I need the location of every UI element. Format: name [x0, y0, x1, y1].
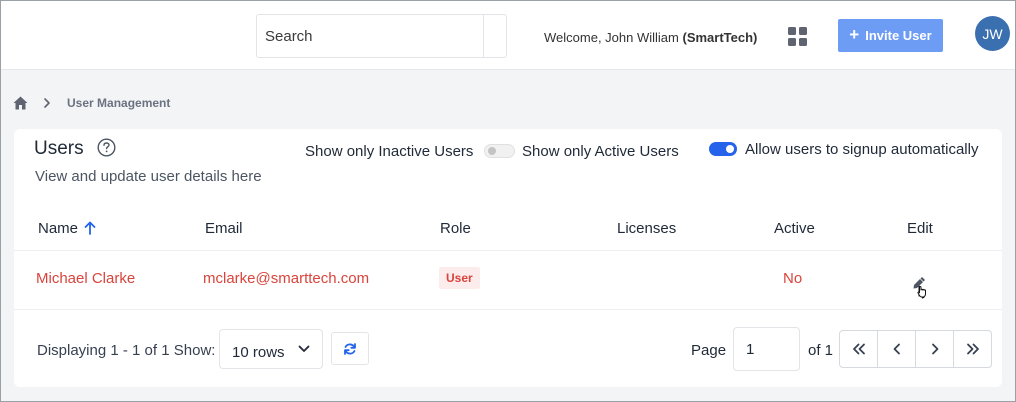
welcome-name: Welcome, John William: [544, 30, 679, 45]
role-badge: User: [439, 267, 480, 289]
help-icon[interactable]: [97, 138, 116, 157]
users-card: Users View and update user details here …: [14, 129, 1002, 387]
page-subtitle: View and update user details here: [35, 168, 262, 185]
toggle-knob: [488, 147, 496, 155]
user-name: Michael Clarke: [36, 270, 136, 287]
rows-per-page-select[interactable]: 10 rows: [219, 329, 323, 369]
pagination-summary: Displaying 1 - 1 of 1 Show:: [37, 342, 215, 359]
sort-ascending-icon[interactable]: [84, 221, 96, 235]
chevron-down-icon: [298, 345, 310, 352]
active-filter-label: Show only Active Users: [522, 143, 679, 160]
inactive-filter-label: Show only Inactive Users: [305, 143, 474, 160]
chevron-right-icon: [931, 343, 938, 355]
page-label: Page: [691, 342, 727, 359]
search-box: [256, 14, 507, 58]
apps-grid-icon[interactable]: [788, 27, 807, 46]
column-header-licenses: Licenses: [617, 220, 677, 237]
company-name: (SmartTech): [682, 30, 758, 45]
welcome-text: Welcome, John William (SmartTech): [544, 30, 757, 45]
avatar[interactable]: JW: [975, 16, 1010, 51]
edit-pencil-icon[interactable]: [910, 275, 932, 301]
double-chevron-right-icon: [966, 343, 979, 355]
pagination-controls: [839, 330, 992, 368]
column-header-name[interactable]: Name: [38, 220, 78, 237]
chevron-left-icon: [893, 343, 900, 355]
active-filter-toggle[interactable]: [484, 144, 515, 158]
displaying-text: Displaying 1 - 1 of 1: [37, 342, 170, 359]
show-label: Show:: [173, 342, 216, 359]
column-header-email: Email: [205, 220, 243, 237]
invite-user-label: Invite User: [865, 28, 932, 43]
refresh-button[interactable]: [331, 332, 369, 365]
toggle-knob: [726, 145, 734, 153]
signup-label: Allow users to signup automatically: [745, 141, 979, 158]
page-number-input[interactable]: [733, 327, 800, 371]
divider: [14, 309, 1002, 310]
next-page-button[interactable]: [916, 331, 954, 367]
signup-toggle[interactable]: [709, 142, 737, 156]
column-header-active: Active: [774, 220, 815, 237]
page-title: Users: [34, 138, 84, 159]
page-total-label: of 1: [808, 342, 834, 359]
previous-page-button[interactable]: [878, 331, 916, 367]
last-page-button[interactable]: [954, 331, 991, 367]
user-active-status: No: [783, 270, 803, 287]
home-icon[interactable]: [13, 96, 28, 110]
user-email: mclarke@smarttech.com: [203, 270, 370, 287]
search-divider: [483, 15, 484, 57]
refresh-icon: [344, 342, 356, 355]
column-header-role: Role: [440, 220, 471, 237]
breadcrumb-current: User Management: [67, 96, 171, 110]
divider: [14, 250, 1002, 251]
top-bar: Welcome, John William (SmartTech) + Invi…: [1, 1, 1015, 70]
invite-user-button[interactable]: + Invite User: [838, 19, 943, 52]
column-header-edit: Edit: [907, 220, 933, 237]
plus-icon: +: [849, 25, 860, 44]
double-chevron-left-icon: [852, 343, 865, 355]
search-input[interactable]: [257, 15, 483, 57]
rows-per-page-value: 10 rows: [232, 344, 285, 361]
first-page-button[interactable]: [840, 331, 878, 367]
chevron-right-icon: [44, 98, 50, 108]
